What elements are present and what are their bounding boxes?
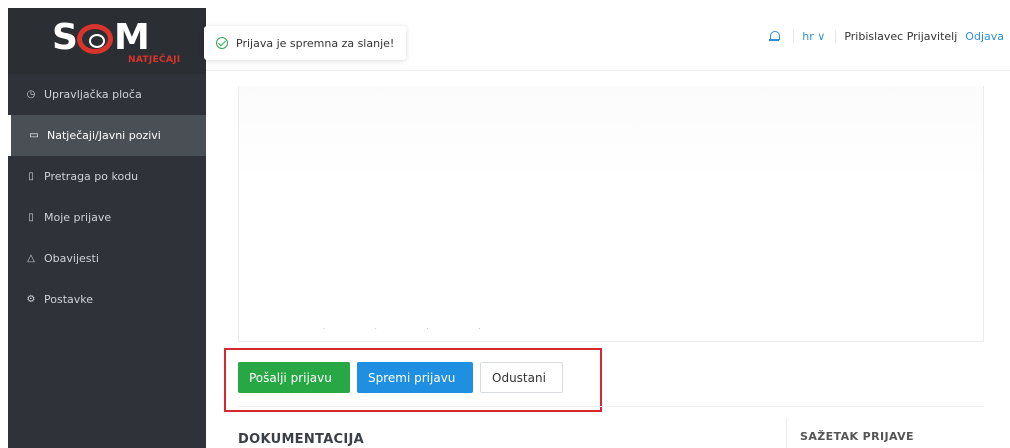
- send-application-button[interactable]: Pošalji prijavu: [238, 362, 350, 393]
- sidebar-item-notifications[interactable]: △ Obavijesti: [8, 238, 206, 279]
- user-name[interactable]: Pribislavec Prijavitelj: [835, 30, 957, 43]
- toast-message: Prijava je spremna za slanje!: [236, 36, 395, 50]
- notification-bell-icon[interactable]: [769, 31, 781, 42]
- logo-mark: SM: [52, 17, 150, 58]
- bell-icon: △: [27, 253, 35, 264]
- sidebar-nav: ◷ Upravljačka ploča ▭ Natječaji/Javni po…: [8, 74, 206, 320]
- header-tools: hr ∨ Pribislavec Prijavitelj Odjava: [769, 30, 1004, 43]
- summary-divider: [786, 418, 787, 448]
- sidebar-item-dashboard[interactable]: ◷ Upravljačka ploča: [8, 74, 206, 115]
- sidebar-item-label: Postavke: [44, 293, 94, 306]
- app-root: SM NATJEČAJI ◷ Upravljačka ploča ▭ Natje…: [0, 0, 1010, 448]
- success-toast: Prijava je spremna za slanje!: [204, 26, 407, 60]
- sidebar-item-tenders[interactable]: ▭ Natječaji/Javni pozivi: [8, 115, 206, 156]
- divider: [238, 406, 984, 407]
- brand-logo[interactable]: SM NATJEČAJI: [8, 8, 206, 74]
- panel-header-area: [239, 86, 983, 182]
- panel-dots: · · · ·: [323, 326, 505, 333]
- application-form-panel: · · · ·: [238, 86, 984, 342]
- dashboard-icon: ◷: [26, 89, 36, 100]
- sidebar-item-label: Natječaji/Javni pozivi: [47, 129, 161, 142]
- sidebar-item-label: Pretraga po kodu: [44, 170, 139, 183]
- sidebar-item-settings[interactable]: ⚙ Postavke: [8, 279, 206, 320]
- document-icon: ▯: [28, 171, 34, 182]
- check-circle-icon: [216, 37, 228, 49]
- settings-icon: ⚙: [26, 294, 36, 305]
- sidebar-item-label: Obavijesti: [44, 252, 99, 265]
- cancel-button[interactable]: Odustani: [480, 362, 563, 393]
- logo-subtitle: NATJEČAJI: [128, 55, 181, 65]
- summary-section-title: SAŽETAK PRIJAVE: [800, 430, 914, 443]
- documents-section-title: DOKUMENTACIJA: [238, 432, 365, 447]
- logout-link[interactable]: Odjava: [965, 30, 1004, 43]
- sidebar-item-label: Moje prijave: [44, 211, 112, 224]
- save-application-button[interactable]: Spremi prijavu: [357, 362, 473, 393]
- folder-open-icon: ▭: [29, 130, 39, 141]
- sidebar-item-my-applications[interactable]: ▯ Moje prijave: [8, 197, 206, 238]
- file-icon: ▯: [28, 212, 34, 223]
- sidebar-item-search-by-code[interactable]: ▯ Pretraga po kodu: [8, 156, 206, 197]
- sidebar: SM NATJEČAJI ◷ Upravljačka ploča ▭ Natje…: [8, 8, 206, 448]
- sidebar-item-label: Upravljačka ploča: [44, 88, 142, 101]
- language-selector[interactable]: hr ∨: [793, 30, 825, 43]
